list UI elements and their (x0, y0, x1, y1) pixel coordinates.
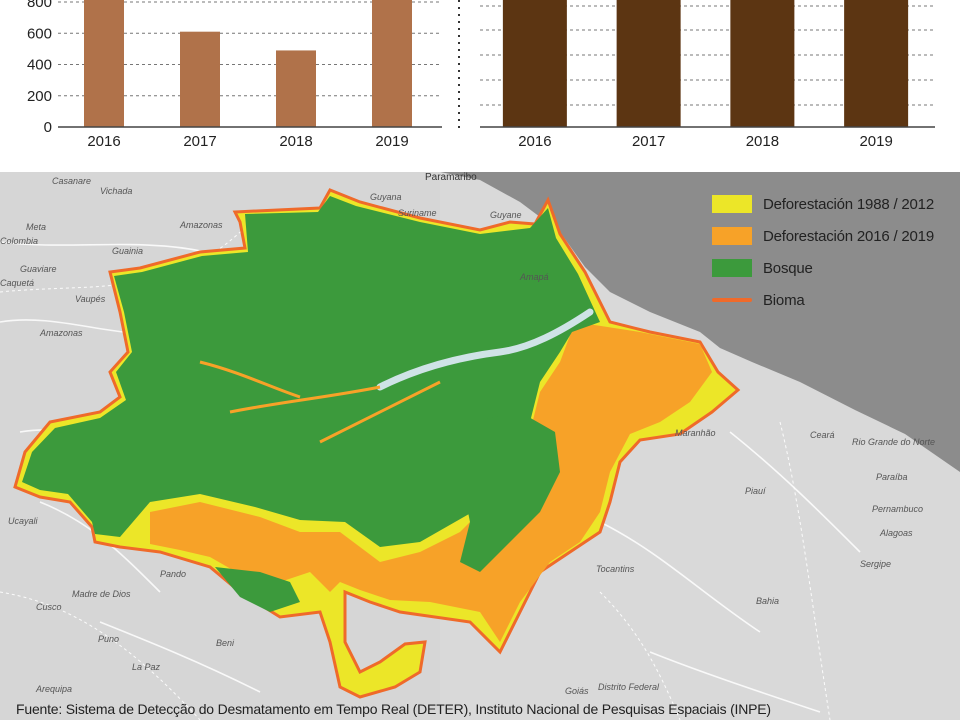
legend-swatch-orange (712, 227, 752, 245)
place-label: Alagoas (879, 528, 913, 538)
bar-chart-left: 0 200 400 600 800 2016 2017 2018 2019 (27, 0, 442, 150)
x-tick-label: 2017 (632, 133, 665, 150)
y-tick-label: 600 (27, 25, 52, 42)
place-label: Amazonas (39, 328, 83, 338)
y-tick-label: 200 (27, 88, 52, 105)
place-label: Madre de Dios (72, 589, 131, 599)
place-label: Beni (216, 638, 235, 648)
x-tick-label: 2016 (87, 133, 120, 150)
y-tick-label: 400 (27, 57, 52, 74)
place-label: Pernambuco (872, 504, 923, 514)
place-label: Ucayali (8, 516, 39, 526)
legend-label: Deforestación 2016 / 2019 (763, 227, 934, 245)
place-label: Caquetá (0, 278, 34, 288)
place-label: Goiás (565, 686, 589, 696)
place-label: Meta (26, 222, 46, 232)
bar (276, 50, 316, 127)
x-tick-label: 2019 (375, 133, 408, 150)
place-label: Pando (160, 569, 186, 579)
place-label: Suriname (398, 208, 437, 218)
bar (730, 0, 795, 127)
place-label: Guyane (490, 210, 522, 220)
y-tick-label: 800 (27, 0, 52, 11)
bar (502, 0, 567, 127)
place-label: Guainia (112, 246, 143, 256)
x-tick-label: 2018 (746, 133, 779, 150)
bar (372, 0, 412, 127)
x-tick-label: 2019 (859, 133, 892, 150)
place-label: La Paz (132, 662, 161, 672)
charts-area: 0 200 400 600 800 2016 2017 2018 2019 2016 2017 20… (0, 0, 960, 172)
place-label: Paraíba (876, 472, 908, 482)
place-label: Arequipa (35, 684, 72, 694)
deforestation-map: Paramaribo Casanare Vichada Guyana Suriname G… (0, 172, 960, 720)
legend-label: Bosque (763, 259, 813, 277)
place-label: Casanare (52, 176, 91, 186)
map-legend: Deforestación 1988 / 2012 Deforestación … (712, 188, 934, 316)
place-label: Tocantins (596, 564, 635, 574)
place-label: Cusco (36, 602, 62, 612)
legend-item-deforestation-1988-2012: Deforestación 1988 / 2012 (712, 188, 934, 220)
bar-charts: 02004006008002016 2017 2018 2019 2016 2017 20… (27, 0, 935, 150)
legend-line-orange (712, 298, 752, 302)
y-tick-label: 0 (44, 119, 52, 136)
place-label: Distrito Federal (598, 682, 660, 692)
legend-label: Bioma (763, 291, 805, 309)
legend-swatch-yellow (712, 195, 752, 213)
place-label: Amapá (519, 272, 549, 282)
place-label: Bahia (756, 596, 779, 606)
place-label: Rio Grande do Norte (852, 437, 935, 447)
place-label: Guaviare (20, 264, 57, 274)
legend-item-bosque: Bosque (712, 252, 934, 284)
bar (180, 31, 220, 127)
legend-item-deforestation-2016-2019: Deforestación 2016 / 2019 (712, 220, 934, 252)
place-label: Sergipe (860, 559, 891, 569)
legend-label: Deforestación 1988 / 2012 (763, 195, 934, 213)
place-label: Amazonas (179, 220, 223, 230)
place-label: Guyana (370, 192, 402, 202)
source-note: Fuente: Sistema de Detecção do Desmatame… (16, 701, 771, 717)
x-tick-label: 2018 (279, 133, 312, 150)
place-label: Paramaribo (425, 172, 477, 183)
place-label: Piauí (745, 486, 767, 496)
bar (84, 0, 124, 127)
place-label: Colombia (0, 236, 38, 246)
bar (844, 0, 909, 127)
bar (616, 0, 681, 127)
x-tick-label: 2016 (518, 133, 551, 150)
bar-chart-right: 2016 2017 2018 2019 (480, 0, 935, 150)
place-label: Ceará (810, 430, 835, 440)
legend-swatch-green (712, 259, 752, 277)
legend-item-bioma: Bioma (712, 284, 934, 316)
place-label: Puno (98, 634, 119, 644)
place-label: Vaupés (75, 294, 106, 304)
place-label: Vichada (100, 186, 132, 196)
x-tick-label: 2017 (183, 133, 216, 150)
place-label: Maranhão (675, 428, 716, 438)
